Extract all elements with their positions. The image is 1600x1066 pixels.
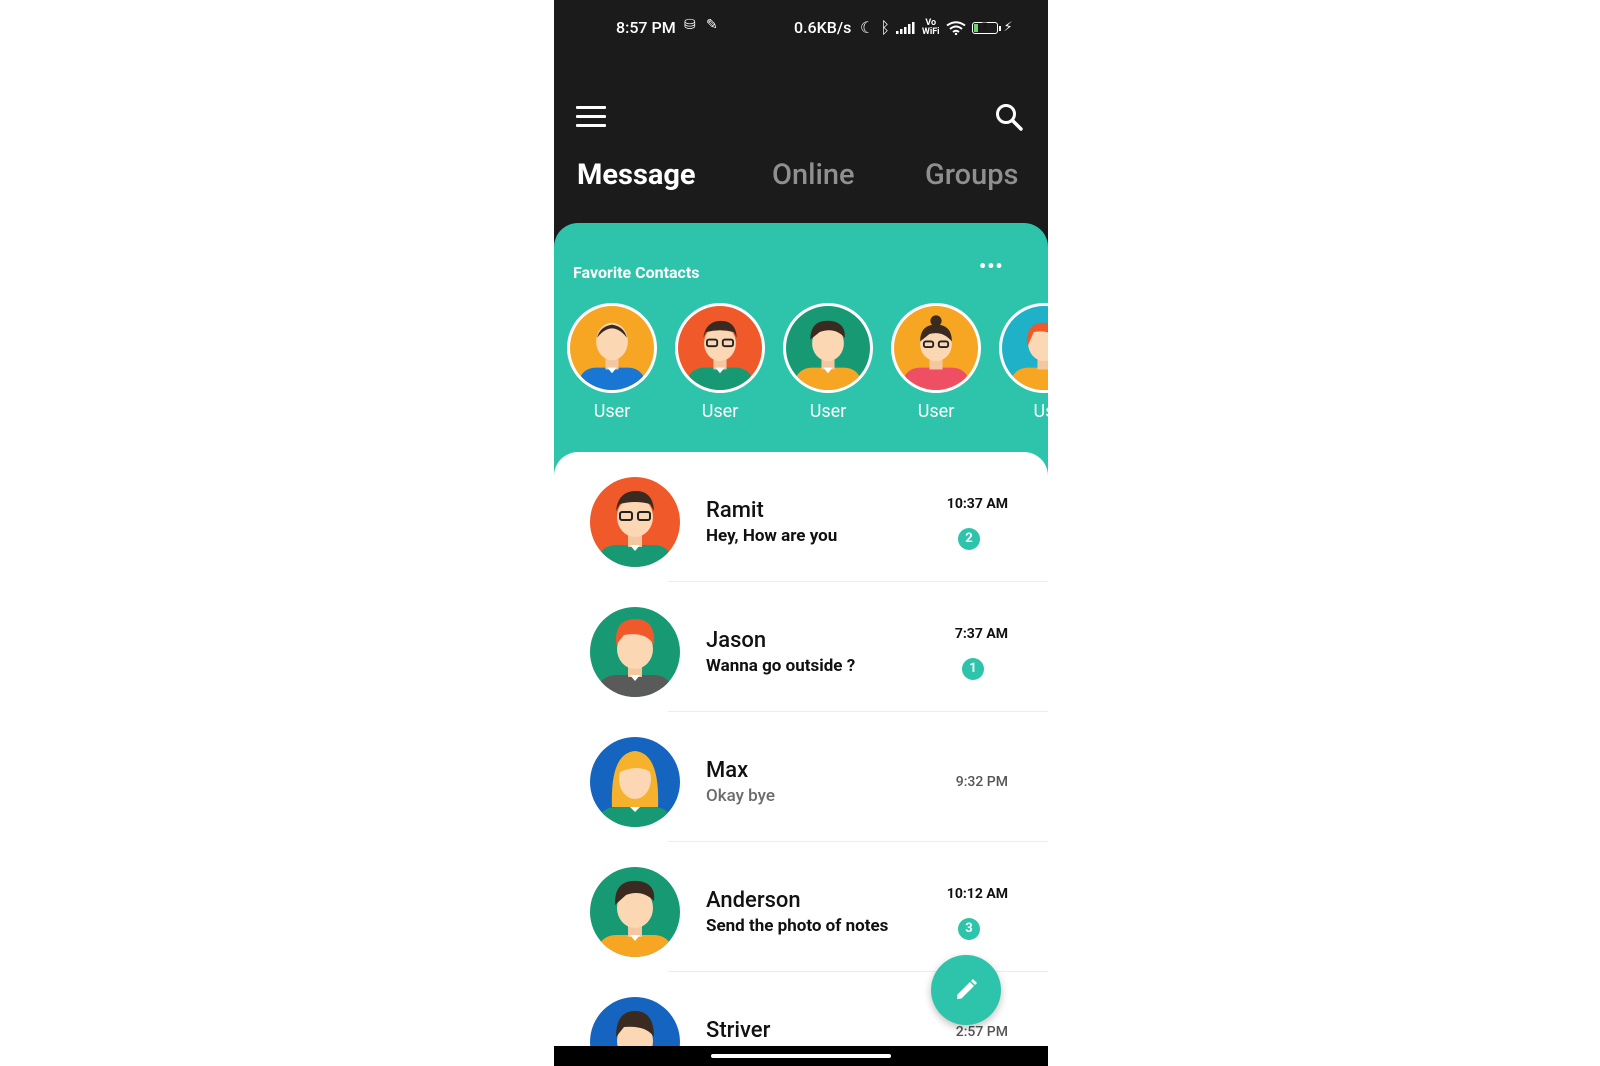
favorite-contact[interactable]: User xyxy=(562,303,662,422)
compose-button[interactable] xyxy=(931,955,1001,1025)
status-icons: ☾ ᛒ Vo WiFi 7 ⚡ xyxy=(860,18,1013,37)
tab-groups[interactable]: Groups xyxy=(925,158,1018,192)
chat-time: 9:32 PM xyxy=(955,774,1008,790)
search-icon[interactable] xyxy=(994,102,1024,132)
chat-time: 10:37 AM xyxy=(946,496,1008,512)
avatar xyxy=(891,303,981,393)
chat-time: 2:57 PM xyxy=(955,1024,1008,1040)
chat-name: Striver xyxy=(706,1018,771,1043)
tab-online[interactable]: Online xyxy=(772,158,855,192)
tab-message[interactable]: Message xyxy=(577,158,696,192)
unread-badge: 1 xyxy=(962,658,984,680)
chat-time: 10:12 AM xyxy=(946,886,1008,902)
system-nav-bar xyxy=(554,1046,1048,1066)
favorite-contact[interactable]: User xyxy=(886,303,986,422)
avatar xyxy=(590,477,680,567)
avatar xyxy=(590,737,680,827)
avatar xyxy=(999,303,1048,393)
chat-row[interactable]: Ramit Hey, How are you 10:37 AM 2 xyxy=(554,452,1048,582)
more-options-icon[interactable]: ••• xyxy=(979,254,1004,278)
vowifi-indicator: Vo WiFi xyxy=(921,17,940,37)
chat-name: Anderson xyxy=(706,888,801,913)
chat-message: Okay bye xyxy=(706,786,775,806)
avatar xyxy=(590,867,680,957)
chat-name: Ramit xyxy=(706,498,764,523)
avatar xyxy=(590,607,680,697)
charging-icon: ⚡ xyxy=(1003,20,1013,35)
chat-name: Jason xyxy=(706,628,767,653)
favorite-contacts-title: Favorite Contacts xyxy=(573,263,700,282)
bluetooth-icon: ᛒ xyxy=(880,18,890,37)
favorite-contact-name: User xyxy=(593,401,631,422)
network-speed: 0.6KB/s xyxy=(794,18,852,37)
pencil-small-icon: ✎ xyxy=(706,17,718,33)
home-indicator[interactable] xyxy=(711,1054,891,1058)
chat-message: Hey, How are you xyxy=(706,526,838,546)
hamburger-menu-icon[interactable] xyxy=(576,106,606,128)
tab-bar: Message Online Groups xyxy=(554,158,1048,208)
signal-icon xyxy=(895,21,915,34)
favorite-contact-name: User xyxy=(701,401,739,422)
favorite-contact[interactable]: User xyxy=(670,303,770,422)
favorite-contact[interactable]: User xyxy=(778,303,878,422)
moon-icon: ☾ xyxy=(860,18,875,37)
avatar xyxy=(675,303,765,393)
chat-message: Wanna go outside ? xyxy=(706,656,856,676)
avatar xyxy=(567,303,657,393)
battery-icon: 7 xyxy=(971,21,1001,34)
chat-message: Send the photo of notes xyxy=(706,916,889,936)
favorite-contact[interactable]: Us xyxy=(994,303,1048,422)
favorite-contact-name: User xyxy=(809,401,847,422)
unread-badge: 3 xyxy=(958,918,980,940)
pencil-icon xyxy=(957,979,977,999)
chat-time: 7:37 AM xyxy=(954,626,1008,642)
avatar xyxy=(783,303,873,393)
unread-badge: 2 xyxy=(958,528,980,550)
chat-row[interactable]: Max Okay bye 9:32 PM xyxy=(554,712,1048,842)
favorite-contact-name: Us xyxy=(1033,401,1048,422)
chat-row[interactable]: Anderson Send the photo of notes 10:12 A… xyxy=(554,842,1048,972)
favorite-contact-name: User xyxy=(917,401,955,422)
status-time: 8:57 PM xyxy=(616,18,676,37)
status-bar: 8:57 PM ⛁ ✎ 0.6KB/s ☾ ᛒ Vo WiFi 7 ⚡ xyxy=(554,0,1048,56)
chat-row[interactable]: Jason Wanna go outside ? 7:37 AM 1 xyxy=(554,582,1048,712)
data-saver-icon: ⛁ xyxy=(684,17,696,33)
avatar xyxy=(590,997,680,1052)
phone-screen: 8:57 PM ⛁ ✎ 0.6KB/s ☾ ᛒ Vo WiFi 7 ⚡ Mess… xyxy=(554,0,1048,1066)
wifi-icon xyxy=(945,20,966,35)
chat-name: Max xyxy=(706,758,749,783)
